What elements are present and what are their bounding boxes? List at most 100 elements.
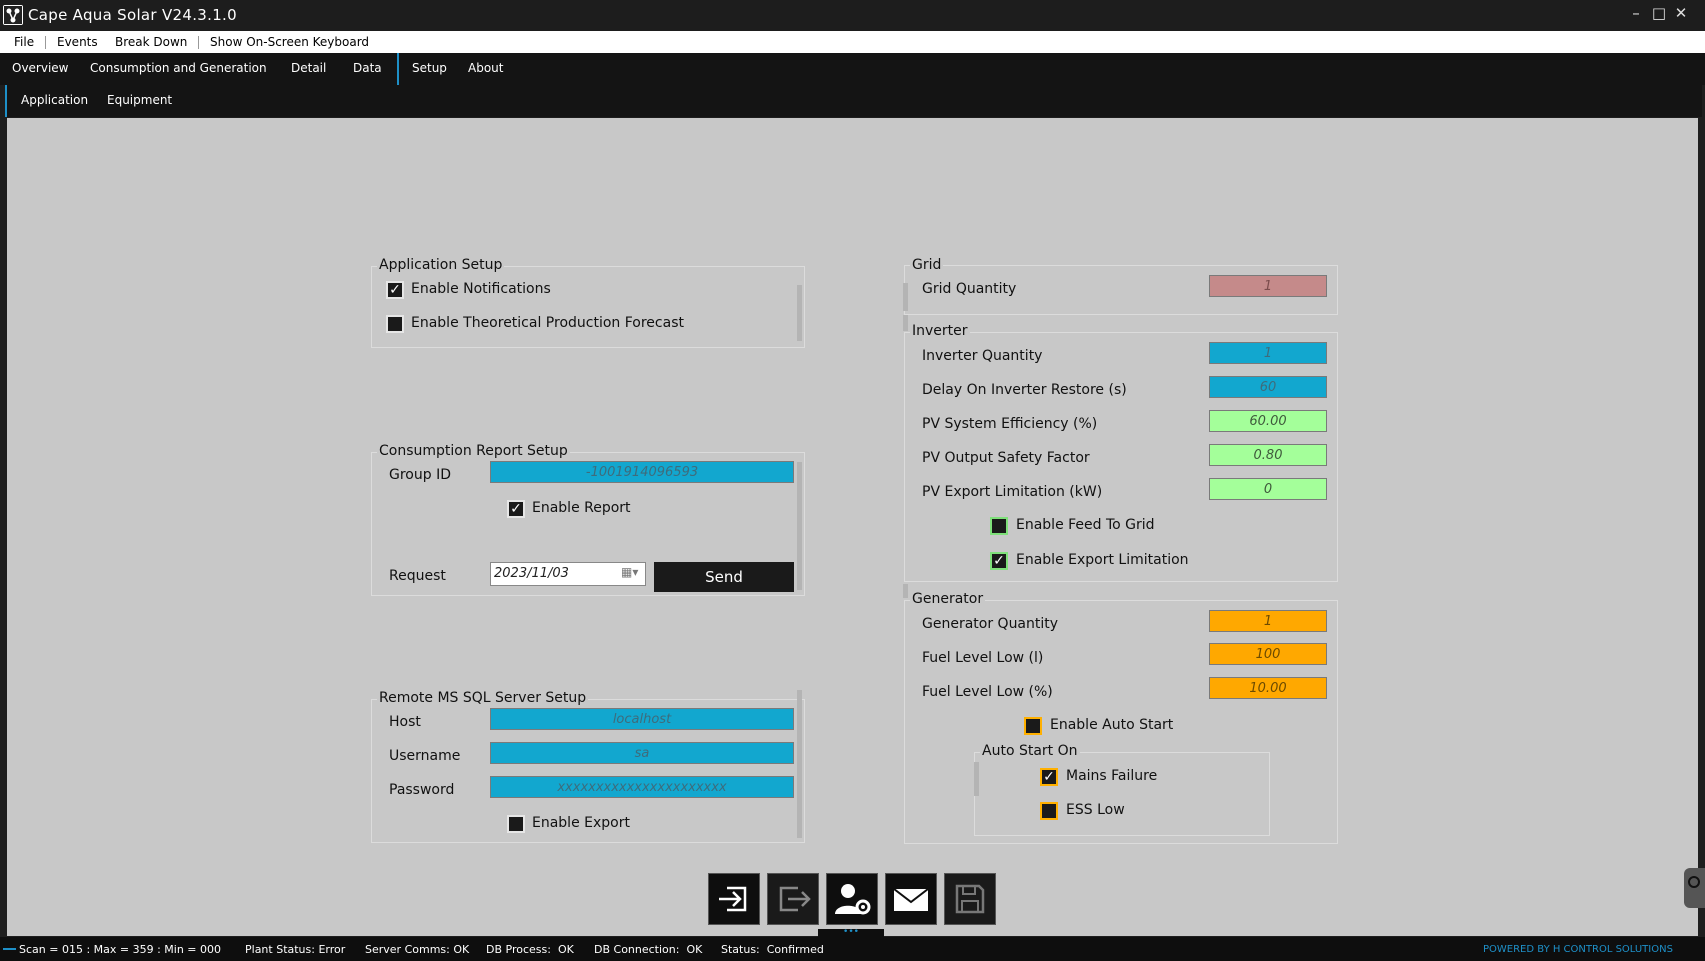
window-title: Cape Aqua Solar V24.3.1.0 xyxy=(28,6,237,24)
logout-button[interactable] xyxy=(767,873,819,925)
scrollbar[interactable] xyxy=(903,283,908,311)
enable-export-label: Enable Export xyxy=(532,815,630,831)
inverter-quantity-input[interactable]: 1 xyxy=(1209,342,1327,364)
sub-tab-bar: Application Equipment xyxy=(5,85,1702,117)
expand-handle[interactable]: ••• xyxy=(818,928,884,937)
minimize-button[interactable]: – xyxy=(1625,2,1647,24)
sql-server-title: Remote MS SQL Server Setup xyxy=(377,690,589,706)
auto-start-checkbox[interactable] xyxy=(1024,717,1042,735)
pv-export-limit-input[interactable]: 0 xyxy=(1209,478,1327,500)
menu-break-down[interactable]: Break Down xyxy=(115,35,187,49)
enable-notifications-label: Enable Notifications xyxy=(411,281,551,297)
confirmation-status: Status: Confirmed xyxy=(721,943,824,956)
active-tab-indicator xyxy=(397,53,399,85)
application-setup-group xyxy=(371,266,805,348)
pv-safety-label: PV Output Safety Factor xyxy=(922,450,1090,466)
plant-status: Plant Status: Error xyxy=(245,943,346,956)
enable-forecast-label: Enable Theoretical Production Forecast xyxy=(411,315,684,331)
username-label: Username xyxy=(389,748,461,764)
title-bar: Cape Aqua Solar V24.3.1.0 – □ ✕ xyxy=(0,0,1705,31)
close-button[interactable]: ✕ xyxy=(1670,2,1692,24)
ess-low-label: ESS Low xyxy=(1066,802,1125,818)
password-input[interactable]: xxxxxxxxxxxxxxxxxxxxxx xyxy=(490,776,794,798)
calendar-dropdown-icon[interactable]: ▦▾ xyxy=(621,565,638,579)
scrollbar[interactable] xyxy=(903,315,908,331)
scan-status: Scan = 015 : Max = 359 : Min = 000 xyxy=(19,943,222,956)
feed-to-grid-checkbox[interactable] xyxy=(990,517,1008,535)
host-input[interactable]: localhost xyxy=(490,708,794,730)
enable-export-checkbox[interactable] xyxy=(507,815,525,833)
request-date-picker[interactable]: 2023/11/03 ▦▾ xyxy=(490,562,646,586)
grid-quantity-input[interactable]: 1 xyxy=(1209,275,1327,297)
grid-title: Grid xyxy=(910,257,944,273)
save-icon xyxy=(955,884,985,914)
pv-efficiency-input[interactable]: 60.00 xyxy=(1209,410,1327,432)
db-connection-status: DB Connection: OK xyxy=(594,943,703,956)
host-label: Host xyxy=(389,714,421,730)
enable-notifications-checkbox[interactable]: ✓ xyxy=(386,281,404,299)
collapse-icon xyxy=(1688,876,1700,888)
generator-quantity-input[interactable]: 1 xyxy=(1209,610,1327,632)
tab-setup[interactable]: Setup xyxy=(412,61,447,75)
mail-button[interactable] xyxy=(885,873,937,925)
scrollbar[interactable] xyxy=(797,690,802,838)
scrollbar[interactable] xyxy=(797,285,802,341)
ess-low-checkbox[interactable] xyxy=(1040,802,1058,820)
application-setup-title: Application Setup xyxy=(377,257,505,273)
inverter-quantity-label: Inverter Quantity xyxy=(922,348,1043,364)
auto-start-on-title: Auto Start On xyxy=(980,743,1080,759)
app-logo-icon xyxy=(3,5,23,25)
fuel-low-l-input[interactable]: 100 xyxy=(1209,643,1327,665)
user-settings-button[interactable] xyxy=(826,873,878,925)
username-input[interactable]: sa xyxy=(490,742,794,764)
logout-icon xyxy=(779,886,811,912)
delay-restore-label: Delay On Inverter Restore (s) xyxy=(922,382,1127,398)
enable-report-checkbox[interactable]: ✓ xyxy=(507,500,525,518)
inverter-title: Inverter xyxy=(910,323,970,339)
enable-report-label: Enable Report xyxy=(532,500,631,516)
feed-to-grid-label: Enable Feed To Grid xyxy=(1016,517,1155,533)
powered-by-label: POWERED BY H CONTROL SOLUTIONS xyxy=(1483,944,1673,955)
mains-failure-label: Mains Failure xyxy=(1066,768,1158,784)
scrollbar[interactable] xyxy=(974,762,979,796)
pv-export-limit-label: PV Export Limitation (kW) xyxy=(922,484,1103,500)
group-id-label: Group ID xyxy=(389,467,451,483)
delay-restore-input[interactable]: 60 xyxy=(1209,376,1327,398)
menu-show-keyboard[interactable]: Show On-Screen Keyboard xyxy=(210,35,369,49)
tab-consumption-generation[interactable]: Consumption and Generation xyxy=(90,61,267,75)
tab-overview[interactable]: Overview xyxy=(12,61,69,75)
menu-separator xyxy=(45,36,46,49)
pv-safety-input[interactable]: 0.80 xyxy=(1209,444,1327,466)
fuel-low-pct-input[interactable]: 10.00 xyxy=(1209,677,1327,699)
tab-detail[interactable]: Detail xyxy=(291,61,326,75)
fuel-low-l-label: Fuel Level Low (l) xyxy=(922,650,1044,666)
export-limitation-checkbox[interactable]: ✓ xyxy=(990,552,1008,570)
content-area xyxy=(7,118,1698,936)
side-panel-handle[interactable] xyxy=(1684,868,1705,908)
auto-start-label: Enable Auto Start xyxy=(1050,717,1174,733)
save-button[interactable] xyxy=(944,873,996,925)
menu-file[interactable]: File xyxy=(14,35,34,49)
enable-forecast-checkbox[interactable] xyxy=(386,315,404,333)
menu-events[interactable]: Events xyxy=(57,35,98,49)
generator-title: Generator xyxy=(910,591,986,607)
tab-about[interactable]: About xyxy=(468,61,503,75)
fuel-low-pct-label: Fuel Level Low (%) xyxy=(922,684,1053,700)
scrollbar[interactable] xyxy=(797,462,802,590)
pv-efficiency-label: PV System Efficiency (%) xyxy=(922,416,1098,432)
mains-failure-checkbox[interactable]: ✓ xyxy=(1040,768,1058,786)
tab-equipment[interactable]: Equipment xyxy=(107,93,172,107)
login-button[interactable] xyxy=(708,873,760,925)
group-id-input[interactable]: -1001914096593 xyxy=(490,461,794,483)
user-settings-icon xyxy=(835,884,871,915)
send-button[interactable]: Send xyxy=(654,562,794,592)
auto-start-on-group xyxy=(974,752,1270,836)
password-label: Password xyxy=(389,782,455,798)
request-date-value: 2023/11/03 xyxy=(494,566,569,581)
server-comms-status: Server Comms: OK xyxy=(365,943,470,956)
maximize-button[interactable]: □ xyxy=(1648,2,1670,24)
scrollbar[interactable] xyxy=(903,584,908,598)
generator-quantity-label: Generator Quantity xyxy=(922,616,1059,632)
tab-application[interactable]: Application xyxy=(21,93,88,107)
tab-data[interactable]: Data xyxy=(353,61,382,75)
